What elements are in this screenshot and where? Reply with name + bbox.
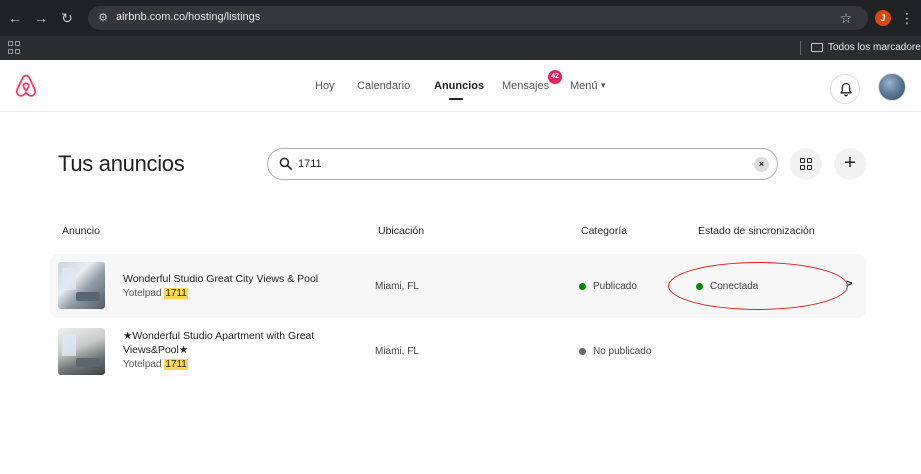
- listing-subtitle: Yotelpad 1711: [123, 288, 188, 299]
- address-bar[interactable]: ⚙ airbnb.com.co/hosting/listings: [88, 6, 868, 30]
- site-settings-icon[interactable]: ⚙: [96, 11, 110, 25]
- bell-icon: [840, 82, 852, 97]
- browser-menu-icon[interactable]: ⋮: [900, 9, 914, 27]
- browser-profile-avatar[interactable]: J: [875, 10, 891, 26]
- apps-grid-icon[interactable]: [8, 41, 22, 55]
- nav-menu[interactable]: Menú: [570, 80, 598, 92]
- app-header: Hoy Calendario Anuncios Mensajes 42 Menú…: [0, 60, 921, 112]
- active-tab-indicator: [449, 98, 463, 100]
- bookmark-star-icon[interactable]: ☆: [838, 9, 854, 27]
- bookmarks-bar: Todos los marcadores: [0, 36, 921, 60]
- add-listing-button[interactable]: +: [834, 148, 866, 180]
- folder-icon: [811, 43, 823, 52]
- listing-title[interactable]: ★Wonderful Studio Apartment with Great: [123, 329, 314, 343]
- chevron-down-icon[interactable]: ▾: [601, 80, 606, 91]
- grid-view-button[interactable]: [790, 148, 822, 180]
- bookmarks-divider: [800, 41, 801, 55]
- listing-subtitle: Yotelpad 1711: [123, 359, 188, 370]
- nav-mensajes[interactable]: Mensajes: [502, 80, 549, 92]
- listing-category: Publicado: [593, 281, 637, 292]
- grid-view-icon: [800, 158, 812, 170]
- user-avatar[interactable]: [878, 73, 906, 101]
- airbnb-logo-icon[interactable]: [13, 73, 39, 99]
- listing-location: Miami, FL: [375, 346, 419, 357]
- listing-title[interactable]: Wonderful Studio Great City Views & Pool: [123, 272, 318, 286]
- nav-hoy[interactable]: Hoy: [315, 80, 335, 92]
- listing-thumbnail: [58, 328, 105, 375]
- clear-search-icon[interactable]: ×: [754, 157, 769, 172]
- page-title: Tus anuncios: [58, 151, 185, 176]
- annotation-ellipse: [668, 262, 848, 310]
- search-query-text[interactable]: 1711: [298, 158, 322, 170]
- column-header-ubicacion[interactable]: Ubicación: [378, 225, 424, 237]
- column-header-anuncio[interactable]: Anuncio: [62, 225, 100, 237]
- listing-thumbnail: [58, 262, 105, 309]
- search-highlight: 1711: [164, 288, 188, 299]
- column-header-sincronizacion[interactable]: Estado de sincronización: [698, 225, 815, 237]
- listing-category: No publicado: [593, 346, 652, 357]
- reload-icon[interactable]: ↻: [58, 9, 76, 27]
- notifications-button[interactable]: [830, 74, 860, 104]
- back-arrow-icon[interactable]: ←: [6, 9, 24, 27]
- listing-location: Miami, FL: [375, 281, 419, 292]
- all-bookmarks-link[interactable]: Todos los marcadores: [828, 42, 921, 53]
- forward-arrow-icon[interactable]: →: [32, 9, 50, 27]
- browser-toolbar: ← → ↻ ⚙ airbnb.com.co/hosting/listings ☆…: [0, 0, 921, 36]
- status-dot-icon: [579, 283, 586, 290]
- plus-icon: +: [844, 152, 856, 174]
- nav-anuncios[interactable]: Anuncios: [434, 80, 484, 92]
- messages-count-badge: 42: [548, 70, 562, 84]
- nav-calendario[interactable]: Calendario: [357, 80, 410, 92]
- search-input[interactable]: 1711 ×: [267, 148, 778, 180]
- listing-title-line2[interactable]: Views&Pool★: [123, 343, 188, 357]
- search-icon: [279, 157, 292, 170]
- table-row[interactable]: ★Wonderful Studio Apartment with Great V…: [50, 320, 866, 384]
- column-header-categoria[interactable]: Categoría: [581, 225, 627, 237]
- url-text: airbnb.com.co/hosting/listings: [116, 11, 261, 23]
- search-highlight: 1711: [164, 359, 188, 370]
- status-dot-icon: [579, 348, 586, 355]
